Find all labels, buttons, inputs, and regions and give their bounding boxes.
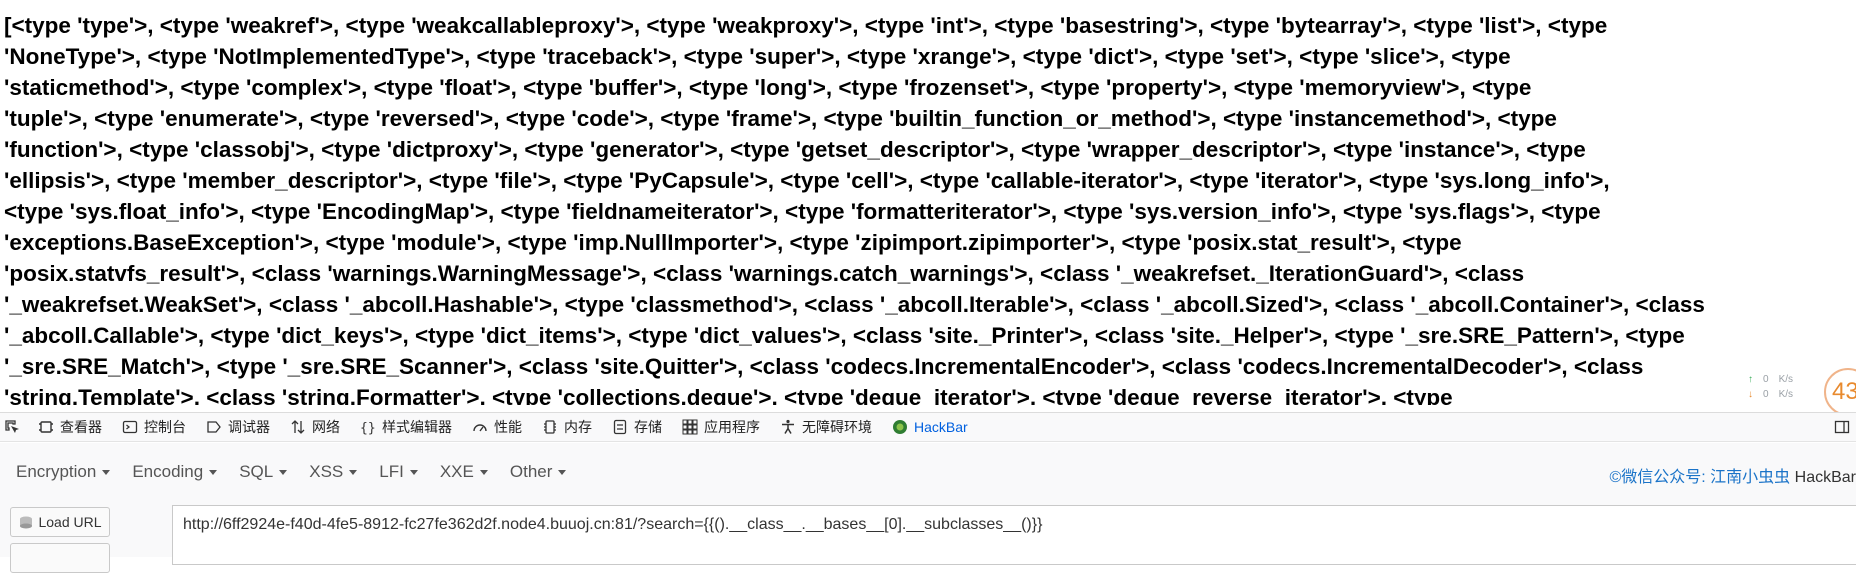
- download-speed: 0: [1763, 387, 1769, 402]
- tab-inspector[interactable]: 查看器: [28, 413, 112, 441]
- split-url-button[interactable]: [10, 543, 110, 573]
- output-line: '_weakrefset.WeakSet'>, <class '_abcoll.…: [4, 289, 1856, 320]
- upload-speed: 0: [1763, 372, 1769, 387]
- network-icon: [290, 419, 306, 435]
- debugger-icon: [206, 419, 222, 435]
- output-line: 'string.Template'>, <class 'string.Forma…: [4, 382, 1856, 405]
- menu-sql[interactable]: SQL: [239, 462, 287, 482]
- load-url-button[interactable]: Load URL: [10, 507, 110, 537]
- upload-unit: K/s: [1779, 372, 1793, 387]
- tab-label: 无障碍环境: [802, 417, 872, 437]
- style-editor-icon: {}: [360, 419, 376, 435]
- menu-label: Encoding: [132, 462, 203, 482]
- hackbar-body: Load URL http://6ff2924e-f40d-4fe5-8912-…: [0, 501, 1856, 557]
- load-url-label: Load URL: [38, 514, 101, 530]
- dock-icon[interactable]: [1834, 419, 1850, 438]
- tab-hackbar[interactable]: HackBar: [882, 413, 978, 441]
- tab-accessibility[interactable]: 无障碍环境: [770, 413, 882, 441]
- memory-icon: [542, 419, 558, 435]
- tab-label: 内存: [564, 417, 592, 437]
- output-line: 'function'>, <type 'classobj'>, <type 'd…: [4, 134, 1856, 165]
- devtools-right-controls: [1834, 419, 1850, 438]
- application-icon: [682, 419, 698, 435]
- tab-label: 查看器: [60, 417, 102, 437]
- output-line: 'tuple'>, <type 'enumerate'>, <type 'rev…: [4, 103, 1856, 134]
- tab-label: 存储: [634, 417, 662, 437]
- storage-icon: [612, 419, 628, 435]
- tab-console[interactable]: 控制台: [112, 413, 196, 441]
- output-line: 'exceptions.BaseException'>, <type 'modu…: [4, 227, 1856, 258]
- menu-label: Encryption: [16, 462, 96, 482]
- hackbar-icon: [892, 419, 908, 435]
- output-line: [<type 'type'>, <type 'weakref'>, <type …: [4, 10, 1856, 41]
- load-icon: [18, 515, 34, 529]
- menu-label: LFI: [379, 462, 404, 482]
- tab-memory[interactable]: 内存: [532, 413, 602, 441]
- output-line: 'posix.statvfs_result'>, <class 'warning…: [4, 258, 1856, 289]
- tab-label: 控制台: [144, 417, 186, 437]
- menu-lfi[interactable]: LFI: [379, 462, 418, 482]
- tab-storage[interactable]: 存储: [602, 413, 672, 441]
- output-line: '_abcoll.Callable'>, <type 'dict_keys'>,…: [4, 320, 1856, 351]
- url-input[interactable]: http://6ff2924e-f40d-4fe5-8912-fc27fe362…: [172, 505, 1856, 565]
- accessibility-icon: [780, 419, 796, 435]
- output-line: 'NoneType'>, <type 'NotImplementedType'>…: [4, 41, 1856, 72]
- performance-icon: [472, 419, 488, 435]
- tab-style-editor[interactable]: {} 样式编辑器: [350, 413, 462, 441]
- menu-label: Other: [510, 462, 553, 482]
- tab-label: 应用程序: [704, 417, 760, 437]
- menu-other[interactable]: Other: [510, 462, 567, 482]
- brand-name: HackBar: [1795, 469, 1856, 486]
- menu-encoding[interactable]: Encoding: [132, 462, 217, 482]
- tab-label: 样式编辑器: [382, 417, 452, 437]
- output-line: '_sre.SRE_Match'>, <type '_sre.SRE_Scann…: [4, 351, 1856, 382]
- chevron-down-icon: [349, 470, 357, 475]
- menu-xxe[interactable]: XXE: [440, 462, 488, 482]
- upload-arrow-icon: ↑: [1748, 372, 1753, 387]
- network-speed-widget: ↑ 0 K/s ↓ 0 K/s: [1748, 372, 1828, 412]
- svg-text:{}: {}: [360, 421, 376, 435]
- tab-debugger[interactable]: 调试器: [196, 413, 280, 441]
- devtools-toolbar: 查看器 控制台 调试器 网络 {} 样式编辑器 性能 内存 存储 应用程序 无障…: [0, 412, 1856, 442]
- menu-xss[interactable]: XSS: [309, 462, 357, 482]
- tab-application[interactable]: 应用程序: [672, 413, 770, 441]
- chevron-down-icon: [480, 470, 488, 475]
- hackbar-brand: ©微信公众号: 江南小虫虫 HackBar: [1610, 463, 1856, 487]
- chevron-down-icon: [102, 470, 110, 475]
- console-icon: [122, 419, 138, 435]
- brand-wechat-link[interactable]: ©微信公众号: 江南小虫虫: [1610, 469, 1791, 486]
- chevron-down-icon: [279, 470, 287, 475]
- hackbar-menu-bar: Encryption Encoding SQL XSS LFI XXE Othe…: [0, 443, 1856, 501]
- tab-performance[interactable]: 性能: [462, 413, 532, 441]
- menu-encryption[interactable]: Encryption: [16, 462, 110, 482]
- output-line: 'ellipsis'>, <type 'member_descriptor'>,…: [4, 165, 1856, 196]
- download-unit: K/s: [1779, 387, 1793, 402]
- menu-label: SQL: [239, 462, 273, 482]
- tab-label: HackBar: [914, 419, 968, 435]
- tab-network[interactable]: 网络: [280, 413, 350, 441]
- menu-label: XXE: [440, 462, 474, 482]
- chevron-down-icon: [209, 470, 217, 475]
- menu-label: XSS: [309, 462, 343, 482]
- chevron-down-icon: [410, 470, 418, 475]
- download-arrow-icon: ↓: [1748, 387, 1753, 402]
- output-line: <type 'sys.float_info'>, <type 'Encoding…: [4, 196, 1856, 227]
- output-line: 'staticmethod'>, <type 'complex'>, <type…: [4, 72, 1856, 103]
- inspector-icon: [38, 419, 54, 435]
- tab-label: 性能: [494, 417, 522, 437]
- page-output: [<type 'type'>, <type 'weakref'>, <type …: [0, 0, 1856, 405]
- element-picker-icon[interactable]: [0, 419, 28, 435]
- tab-label: 网络: [312, 417, 340, 437]
- chevron-down-icon: [558, 470, 566, 475]
- tab-label: 调试器: [228, 417, 270, 437]
